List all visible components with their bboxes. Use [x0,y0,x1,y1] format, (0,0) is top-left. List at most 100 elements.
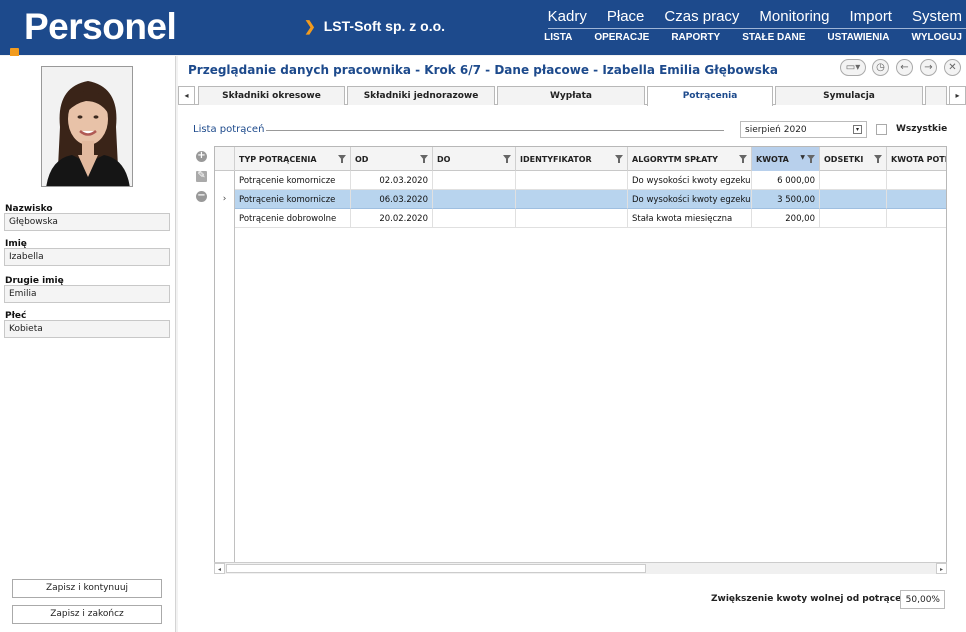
row-indicator[interactable]: › [215,190,235,209]
tab-wyplata[interactable]: Wypłata [497,86,645,105]
cell-od[interactable]: 02.03.2020 [351,171,433,190]
second-name-field[interactable]: Emilia [4,285,170,303]
cell-kwota[interactable]: 200,00 [752,209,820,228]
cell-kwota-potracenia[interactable] [887,190,946,209]
save-continue-button[interactable]: Zapisz i kontynuuj [12,579,162,598]
submenu-raporty[interactable]: RAPORTY [671,32,720,43]
cell-odsetki[interactable] [820,209,887,228]
col-typ-potracenia[interactable]: TYP POTRĄCENIA [235,147,351,171]
filter-icon[interactable] [739,155,747,163]
tab-skladniki-okresowe[interactable]: Składniki okresowe [198,86,345,105]
grid-horizontal-scrollbar[interactable]: ◂ ▸ [214,562,947,574]
main-menu: Kadry Płace Czas pracy Monitoring Import… [528,8,962,25]
edit-row-icon[interactable]: ✎ [196,171,207,182]
first-name-field[interactable]: Izabella [4,248,170,266]
history-button[interactable]: ◷ [872,59,889,76]
menu-system[interactable]: System [912,8,962,25]
table-row-selected[interactable]: › Potrącenie komornicze 06.03.2020 Do wy… [215,190,946,209]
cell-typ[interactable]: Potrącenie dobrowolne [235,209,351,228]
tab-potracenia[interactable]: Potrącenia [647,86,773,106]
gender-field[interactable]: Kobieta [4,320,170,338]
filter-icon[interactable] [807,155,815,163]
section-divider [266,130,724,131]
cell-odsetki[interactable] [820,171,887,190]
table-row[interactable]: Potrącenie dobrowolne 20.02.2020 Stała k… [215,209,946,228]
save-finish-button[interactable]: Zapisz i zakończ [12,605,162,624]
calendar-icon[interactable]: ▾ [853,125,862,134]
chevron-left-icon: ◂ [184,91,189,100]
period-value: sierpień 2020 [745,125,807,135]
cell-kwota-potracenia[interactable] [887,171,946,190]
col-identyfikator[interactable]: IDENTYFIKATOR [516,147,628,171]
employee-photo [41,66,133,187]
menu-import[interactable]: Import [849,8,892,25]
menu-place[interactable]: Płace [607,8,645,25]
cell-identyfikator[interactable] [516,171,628,190]
cell-identyfikator[interactable] [516,209,628,228]
deductions-grid: TYP POTRĄCENIA OD DO IDENTYFIKATOR ALGOR… [214,146,947,574]
sub-menu: LISTA OPERACJE RAPORTY STAŁE DANE USTAWI… [522,32,962,43]
tab-symulacja[interactable]: Symulacja [775,86,923,105]
col-kwota-potracenia[interactable]: KWOTA POTRĄ [887,147,946,171]
col-do[interactable]: DO [433,147,516,171]
menu-kadry[interactable]: Kadry [548,8,587,25]
col-kwota[interactable]: KWOTA ▼ [752,147,820,171]
cell-kwota-potracenia[interactable] [887,209,946,228]
row-indicator[interactable] [215,171,235,190]
cell-kwota[interactable]: 3 500,00 [752,190,820,209]
table-row[interactable]: Potrącenie komornicze 02.03.2020 Do wyso… [215,171,946,190]
submenu-stale-dane[interactable]: STAŁE DANE [742,32,805,43]
top-header: Personel ❯ LST-Soft sp. z o.o. Kadry Płac… [0,0,966,66]
cell-typ[interactable]: Potrącenie komornicze [235,171,351,190]
menu-czas-pracy[interactable]: Czas pracy [664,8,739,25]
cell-algorytm[interactable]: Stała kwota miesięczna [628,209,752,228]
tab-scroll-right[interactable]: ▸ [949,86,966,105]
cell-do[interactable] [433,171,516,190]
layout-menu-button[interactable]: ▭▾ [840,59,866,76]
clock-icon: ◷ [876,62,885,73]
col-odsetki[interactable]: ODSETKI [820,147,887,171]
filter-icon[interactable] [503,155,511,163]
close-button[interactable]: ✕ [944,59,961,76]
cell-od[interactable]: 06.03.2020 [351,190,433,209]
employee-panel: Nazwisko Głębowska Imię Izabella Drugie … [0,56,176,632]
cell-od[interactable]: 20.02.2020 [351,209,433,228]
cell-do[interactable] [433,209,516,228]
show-all-checkbox[interactable] [876,124,887,135]
cell-identyfikator[interactable] [516,190,628,209]
submenu-lista[interactable]: LISTA [544,32,572,43]
tab-scroll-left[interactable]: ◂ [178,86,195,105]
submenu-operacje[interactable]: OPERACJE [594,32,649,43]
submenu-ustawienia[interactable]: USTAWIENIA [827,32,889,43]
scroll-left-icon[interactable]: ◂ [214,563,225,574]
tab-skladniki-jednorazowe[interactable]: Składniki jednorazowe [347,86,495,105]
scroll-right-icon[interactable]: ▸ [936,563,947,574]
app-logo[interactable]: Personel [8,6,177,66]
cell-algorytm[interactable]: Do wysokości kwoty egzekucji [628,171,752,190]
filter-icon[interactable] [615,155,623,163]
menu-monitoring[interactable]: Monitoring [759,8,829,25]
col-od[interactable]: OD [351,147,433,171]
cell-do[interactable] [433,190,516,209]
remove-row-icon[interactable]: − [196,191,207,202]
row-indicator[interactable] [215,209,235,228]
cell-kwota[interactable]: 6 000,00 [752,171,820,190]
forward-button[interactable]: → [920,59,937,76]
filter-icon[interactable] [420,155,428,163]
add-row-icon[interactable]: + [196,151,207,162]
tab-overflow[interactable] [925,86,947,105]
filter-icon[interactable] [338,155,346,163]
cell-typ[interactable]: Potrącenie komornicze [235,190,351,209]
menu-divider [548,28,966,29]
close-icon: ✕ [948,62,957,73]
filter-icon[interactable] [874,155,882,163]
surname-field[interactable]: Głębowska [4,213,170,231]
cell-odsetki[interactable] [820,190,887,209]
period-date-picker[interactable]: sierpień 2020 ▾ [740,121,867,138]
cell-algorytm[interactable]: Do wysokości kwoty egzekucji [628,190,752,209]
submenu-wyloguj[interactable]: WYLOGUJ [911,32,962,43]
free-amount-increase-field[interactable]: 50,00% [900,590,945,609]
col-algorytm-splaty[interactable]: ALGORYTM SPŁATY [628,147,752,171]
scroll-thumb[interactable] [226,564,646,573]
back-button[interactable]: ← [896,59,913,76]
